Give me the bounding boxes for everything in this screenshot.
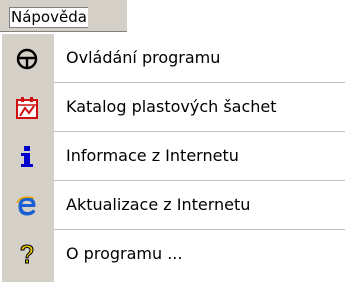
menu-help-label: Nápověda [9, 7, 88, 28]
info-icon [14, 144, 40, 170]
menu-item-label: Informace z Internetu [66, 146, 239, 165]
menu-item-about[interactable]: O programu ... [2, 230, 345, 278]
menu-help[interactable]: Nápověda [0, 0, 127, 32]
steering-wheel-icon [14, 46, 40, 72]
menu-item-label: Aktualizace z Internetu [66, 195, 251, 214]
help-icon [14, 242, 40, 268]
internet-explorer-icon [14, 193, 40, 219]
menu-item-internet-info[interactable]: Informace z Internetu [2, 132, 345, 180]
menu-item-label: Ovládání programu [66, 48, 221, 67]
menu-item-internet-update[interactable]: Aktualizace z Internetu [2, 181, 345, 229]
menu-bar: Nápověda [0, 0, 345, 34]
help-dropdown: Ovládání programu Katalog plastových šac… [2, 34, 345, 282]
menu-item-program-controls[interactable]: Ovládání programu [2, 34, 345, 82]
menu-item-catalog[interactable]: Katalog plastových šachet [2, 83, 345, 131]
menu-item-label: Katalog plastových šachet [66, 97, 277, 116]
catalog-icon [14, 95, 40, 121]
menu-item-label: O programu ... [66, 244, 183, 263]
